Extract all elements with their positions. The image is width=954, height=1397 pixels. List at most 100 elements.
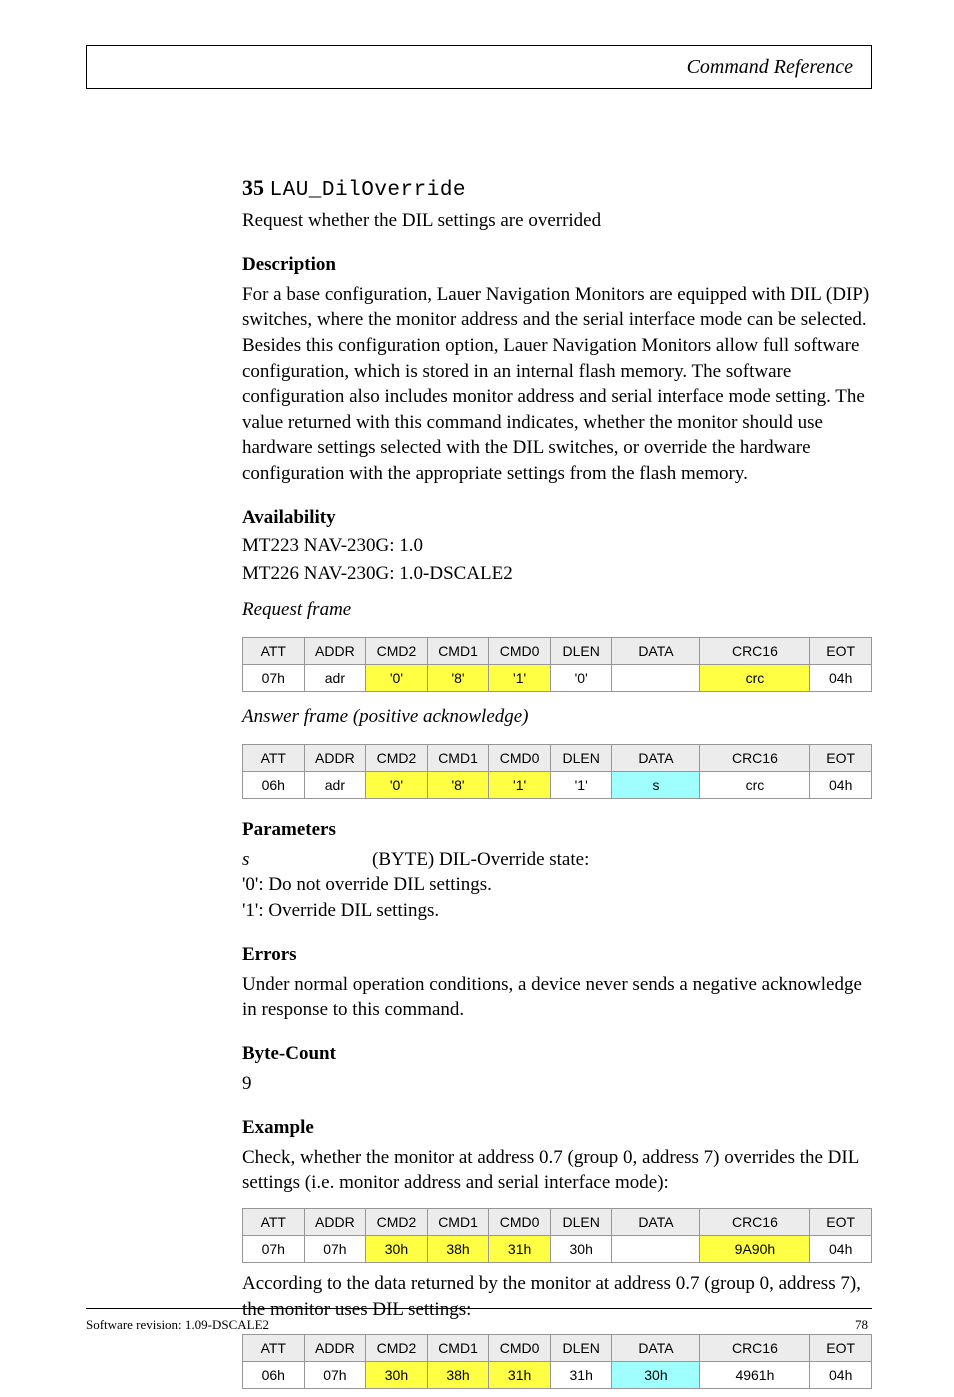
availability-heading: Availability: [242, 507, 872, 529]
table-data-cell: adr: [304, 771, 366, 798]
header-section-title: Command Reference: [86, 45, 872, 89]
table-header-cell: CMD1: [427, 1335, 489, 1362]
table-header-cell: EOT: [810, 1208, 872, 1235]
footer-rule: [86, 1308, 872, 1309]
table-header-cell: CMD2: [366, 744, 428, 771]
table-header-cell: DLEN: [550, 1208, 612, 1235]
table-data-cell: 4961h: [700, 1362, 810, 1389]
parameter-row: s(BYTE) DIL-Override state:'0': Do not o…: [242, 847, 872, 924]
bytecount-text: 9: [242, 1071, 872, 1097]
table-data-cell: 04h: [810, 1362, 872, 1389]
table-header-cell: CMD1: [427, 637, 489, 664]
example-answer-table: ATTADDRCMD2CMD1CMD0DLENDATACRC16EOT 06h07…: [242, 1334, 872, 1389]
table-header-cell: ADDR: [304, 1208, 366, 1235]
table-data-cell: 04h: [810, 771, 872, 798]
request-frame-title: Request frame: [242, 599, 872, 621]
table-data-cell: '1': [550, 771, 612, 798]
answer-frame-table-wrap: ATTADDRCMD2CMD1CMD0DLENDATACRC16EOT06had…: [242, 744, 872, 799]
table-header-cell: ADDR: [304, 744, 366, 771]
table-header-cell: ADDR: [304, 1335, 366, 1362]
table-data-cell: 07h: [243, 664, 305, 691]
table-data-cell: 31h: [489, 1362, 551, 1389]
example-request-table: ATTADDRCMD2CMD1CMD0DLENDATACRC16EOT 07h07…: [242, 1208, 872, 1263]
table-header-cell: CRC16: [700, 744, 810, 771]
command-subtitle: Request whether the DIL settings are ove…: [242, 208, 872, 234]
availability-line-0: MT223 NAV-230G: 1.0: [242, 535, 872, 557]
table-data-cell: 9A90h: [700, 1235, 810, 1262]
table-header-cell: CMD0: [489, 1208, 551, 1235]
table-header-cell: CMD2: [366, 637, 428, 664]
table-header-cell: DATA: [612, 1335, 700, 1362]
footer-left: Software revision: 1.09-DSCALE2: [86, 1317, 269, 1333]
table-data-cell: 38h: [427, 1235, 489, 1262]
table-header-cell: CMD2: [366, 1335, 428, 1362]
table-data-cell: 38h: [427, 1362, 489, 1389]
example-mid-text: According to the data returned by the mo…: [242, 1271, 872, 1322]
table-data-cell: '1': [489, 771, 551, 798]
table-data-cell: 30h: [550, 1235, 612, 1262]
table-header-cell: CRC16: [700, 1335, 810, 1362]
table-data-cell: '8': [427, 771, 489, 798]
command-name: LAU_DilOverride: [270, 179, 467, 202]
table-data-cell: 07h: [304, 1235, 366, 1262]
table-header-cell: CMD0: [489, 1335, 551, 1362]
command-title: 35 LAU_DilOverride: [242, 175, 872, 202]
table-data-cell: 30h: [612, 1362, 700, 1389]
table-data-cell: 30h: [366, 1362, 428, 1389]
parameters-heading: Parameters: [242, 819, 872, 841]
errors-heading: Errors: [242, 944, 872, 966]
table-data-cell: 04h: [810, 664, 872, 691]
table-header-cell: EOT: [810, 637, 872, 664]
table-data-cell: 31h: [550, 1362, 612, 1389]
table-header-cell: ATT: [243, 744, 305, 771]
table-data-cell: '0': [366, 664, 428, 691]
availability-line-1: MT226 NAV-230G: 1.0-DSCALE2: [242, 563, 872, 585]
table-data-cell: 06h: [243, 771, 305, 798]
table-data-cell: 06h: [243, 1362, 305, 1389]
table-header-cell: DATA: [612, 744, 700, 771]
table-data-cell: s: [612, 771, 700, 798]
command-number: 35: [242, 175, 264, 200]
table-header-cell: CRC16: [700, 637, 810, 664]
table-data-cell: '0': [550, 664, 612, 691]
table-header-cell: CMD2: [366, 1208, 428, 1235]
errors-text: Under normal operation conditions, a dev…: [242, 972, 872, 1023]
table-data-cell: [612, 1235, 700, 1262]
table-header-cell: CMD0: [489, 744, 551, 771]
description-text: For a base configuration, Lauer Navigati…: [242, 282, 872, 487]
table-header-cell: EOT: [810, 1335, 872, 1362]
table-data-cell: 31h: [489, 1235, 551, 1262]
table-header-cell: DATA: [612, 1208, 700, 1235]
bytecount-heading: Byte-Count: [242, 1043, 872, 1065]
table-header-cell: DLEN: [550, 1335, 612, 1362]
table-header-cell: DLEN: [550, 744, 612, 771]
table-data-cell: 07h: [304, 1362, 366, 1389]
table-header-cell: ATT: [243, 1335, 305, 1362]
table-header-cell: DLEN: [550, 637, 612, 664]
description-heading: Description: [242, 254, 872, 276]
example-heading: Example: [242, 1117, 872, 1139]
table-data-cell: [612, 664, 700, 691]
table-header-cell: ATT: [243, 1208, 305, 1235]
table-header-cell: ATT: [243, 637, 305, 664]
table-header-cell: DATA: [612, 637, 700, 664]
parameter-name: s: [242, 847, 372, 873]
table-data-cell: crc: [700, 771, 810, 798]
example-answer-table-wrap: ATTADDRCMD2CMD1CMD0DLENDATACRC16EOT 06h07…: [242, 1334, 872, 1389]
table-header-cell: CMD0: [489, 637, 551, 664]
table-header-cell: CRC16: [700, 1208, 810, 1235]
example-intro: Check, whether the monitor at address 0.…: [242, 1145, 872, 1196]
table-header-cell: CMD1: [427, 744, 489, 771]
table-data-cell: '0': [366, 771, 428, 798]
answer-frame-table: ATTADDRCMD2CMD1CMD0DLENDATACRC16EOT06had…: [242, 744, 872, 799]
request-frame-table: ATTADDRCMD2CMD1CMD0DLENDATACRC16EOT07had…: [242, 637, 872, 692]
table-header-cell: ADDR: [304, 637, 366, 664]
request-frame-table-wrap: ATTADDRCMD2CMD1CMD0DLENDATACRC16EOT07had…: [242, 637, 872, 692]
table-data-cell: '8': [427, 664, 489, 691]
footer-page: 78: [855, 1317, 868, 1333]
table-data-cell: 07h: [243, 1235, 305, 1262]
table-data-cell: '1': [489, 664, 551, 691]
table-header-cell: CMD1: [427, 1208, 489, 1235]
example-request-table-wrap: ATTADDRCMD2CMD1CMD0DLENDATACRC16EOT 07h07…: [242, 1208, 872, 1263]
header-title-text: Command Reference: [687, 56, 853, 79]
